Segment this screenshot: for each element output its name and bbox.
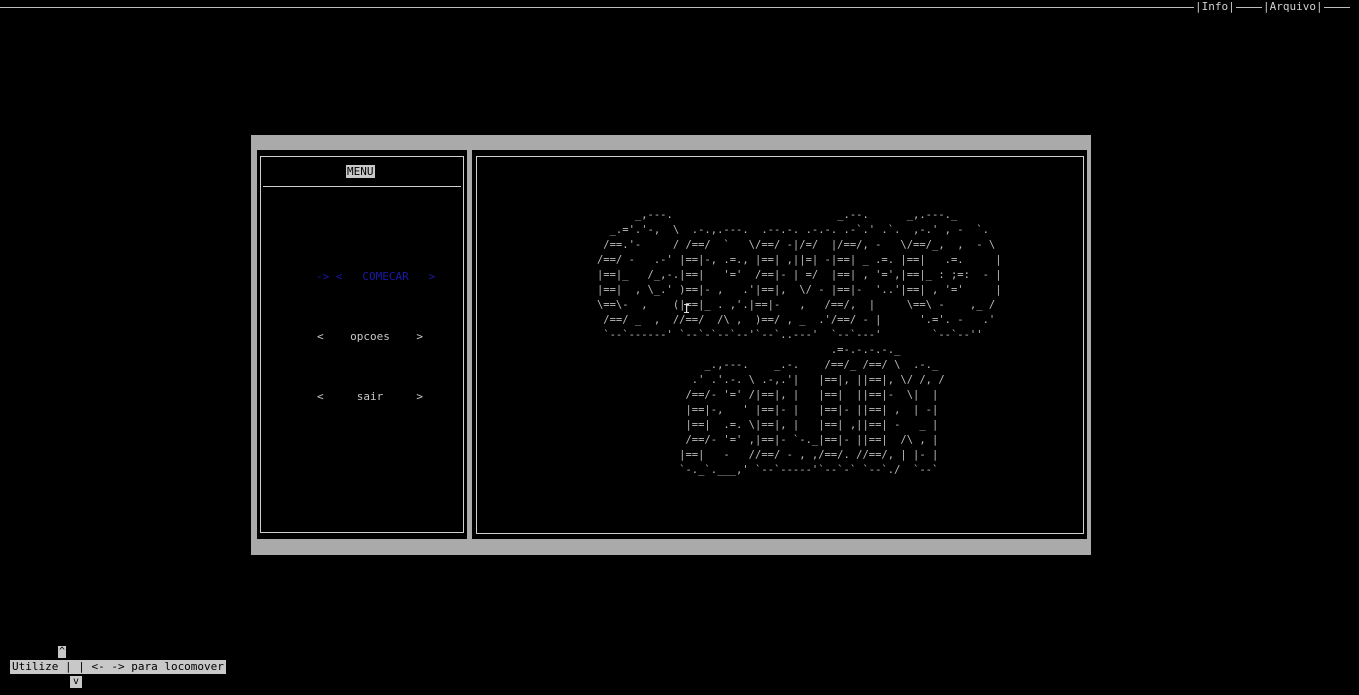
arquivo-menu-label: Arquivo bbox=[1269, 0, 1316, 13]
menu-title: MENU bbox=[346, 165, 375, 178]
navigation-hint: Utilize | | <- -> para locomover bbox=[10, 660, 226, 674]
ascii-art-line: /==/- '=' ,|==|- `-._|==|- ||==| /\ , | bbox=[578, 434, 939, 446]
ascii-art-line: `-._`.___,' `--`-----'`--`-` `--`./ `--` bbox=[578, 464, 939, 476]
menu-panel-border bbox=[260, 156, 464, 533]
arquivo-menu-item[interactable]: |Arquivo| bbox=[1262, 0, 1324, 14]
down-arrow-key: v bbox=[70, 676, 82, 688]
ascii-art-line: \==\- , (|==|_ . ,'.|==|- , /==/, | \==\… bbox=[578, 299, 1002, 311]
top-menu-line bbox=[0, 7, 1350, 8]
ascii-art-line: _.,---. _.-. /==/_ /==/ \ .-._ bbox=[578, 359, 939, 371]
options-menu-option[interactable]: < opcoes > bbox=[317, 330, 423, 343]
ascii-art-line: _.='.'-, \ .-.,.---. .--.-. .-.-. .-`.' … bbox=[578, 224, 1002, 236]
ascii-art-line: `--`------' `--`-`--`--'`--`..---' `--`-… bbox=[578, 329, 1008, 341]
exit-menu-option[interactable]: < sair > bbox=[317, 390, 423, 403]
menu-divider bbox=[263, 186, 461, 187]
ascii-art-line: |==| - //==/ - , ,/==/. //==/, | |- | bbox=[578, 449, 939, 461]
ascii-art-title: _,---. _.--. _,.---._ _.='.'-, \ .-.,.--… bbox=[578, 208, 1008, 478]
info-menu-item[interactable]: |Info| bbox=[1194, 0, 1236, 14]
ascii-art-line: |==|_ /_,-.|==| '=' /==|- | =/ |==| , '=… bbox=[578, 269, 1002, 281]
info-menu-label: Info bbox=[1201, 0, 1229, 13]
text-cursor-icon: I bbox=[683, 302, 691, 316]
up-arrow-key: ^ bbox=[58, 646, 66, 658]
ascii-art-line: _,---. _.--. _,.---._ bbox=[578, 209, 996, 221]
ascii-art-line: |==| , \_.' )==|- , .'|==|, \/ - |==|- '… bbox=[578, 284, 1002, 296]
ascii-art-line: /==/ - .-' |==|-, .=., |==| ,||=| -|==| … bbox=[578, 254, 1002, 266]
ascii-art-line: .=-.-.-.-._ bbox=[578, 344, 901, 356]
ascii-art-line: |==| .=. \|==|, | |==| ,||==| - _ | bbox=[578, 419, 939, 431]
start-menu-option[interactable]: -> < COMECAR > bbox=[316, 270, 435, 283]
ascii-art-block: _,---. _.--. _,.---._ _.='.'-, \ .-.,.--… bbox=[578, 208, 1008, 478]
ascii-art-line: /==/ _ , //==/ /\ , )==/ , _ .'/==/ - | … bbox=[578, 314, 1008, 326]
ascii-art-line: .' .'.-. \ .-,.'| |==|, ||==|, \/ /, / bbox=[578, 374, 945, 386]
ascii-art-line: |==|-, ' |==|- | |==|- ||==| , | -| bbox=[578, 404, 939, 416]
ascii-art-line: /==/- '=' /|==|, | |==| ||==|- \| | bbox=[578, 389, 939, 401]
ascii-art-line: /==.'- / /==/ ` \/==/ -|/=/ |/==/, - \/=… bbox=[578, 239, 1002, 251]
